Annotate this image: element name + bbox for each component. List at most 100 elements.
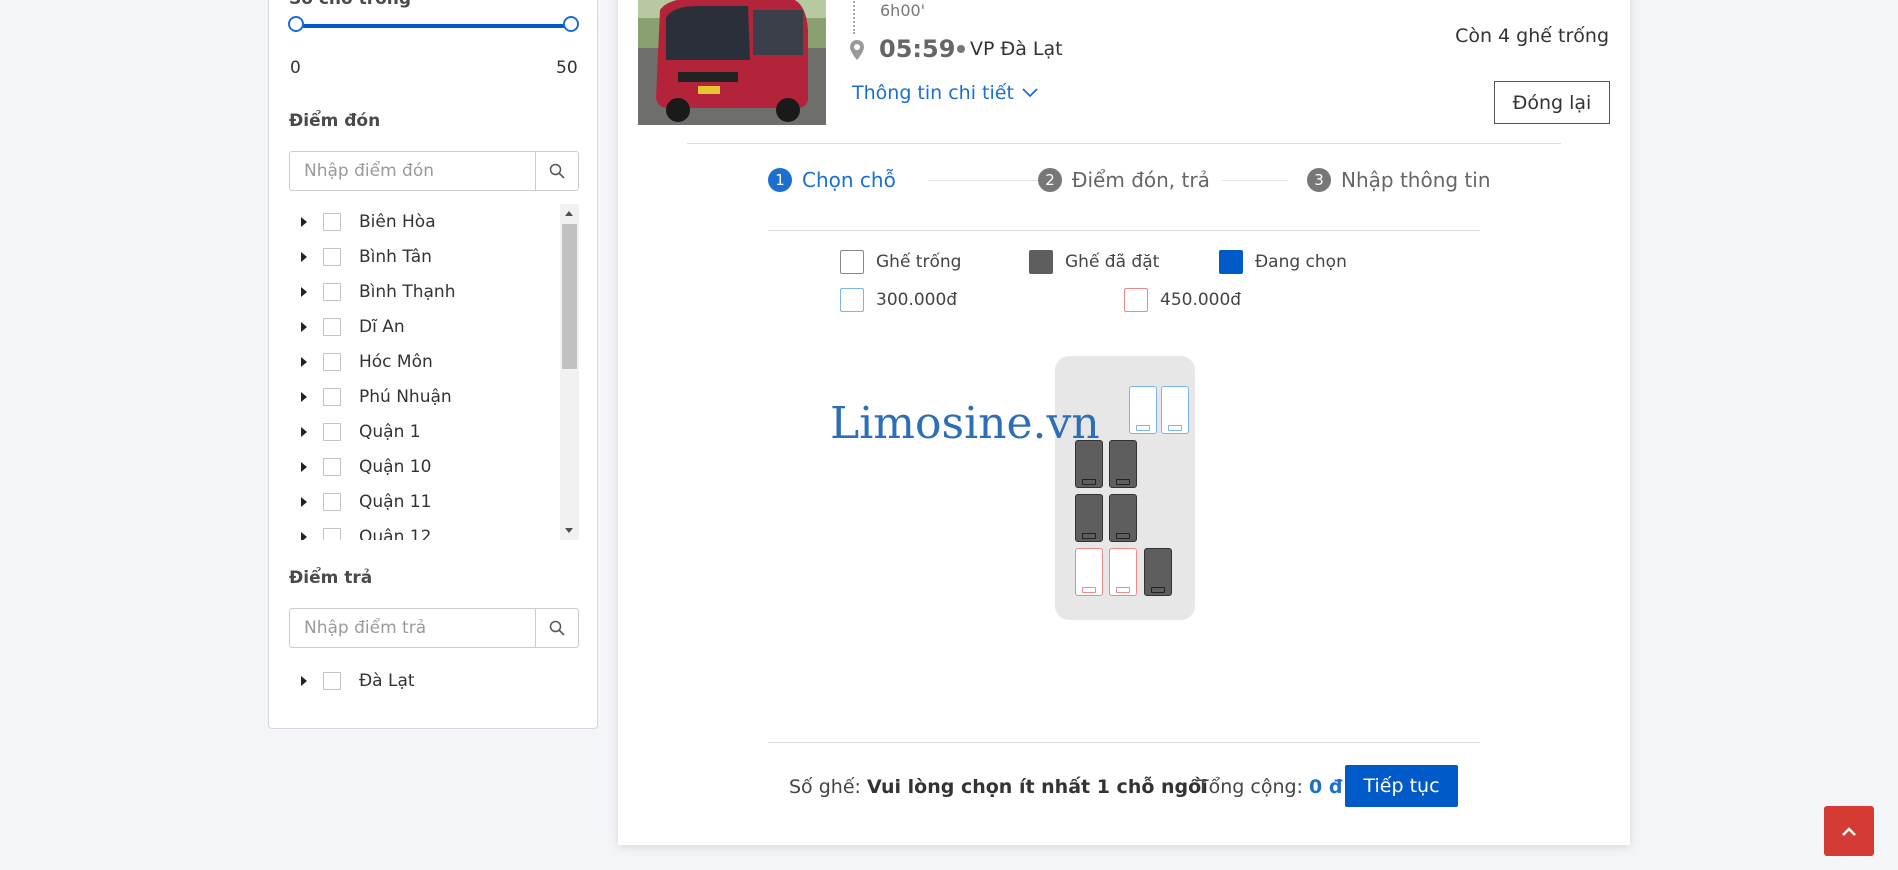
- back-to-top-button[interactable]: [1824, 806, 1874, 856]
- expand-caret-icon[interactable]: [301, 675, 307, 686]
- dropoff-heading: Điểm trả: [289, 568, 373, 588]
- tree-item[interactable]: Dĩ An: [289, 309, 579, 344]
- tree-item-label: Quận 12: [359, 526, 432, 541]
- expand-caret-icon[interactable]: [301, 356, 307, 367]
- slider-max-handle[interactable]: [563, 16, 579, 32]
- expand-caret-icon[interactable]: [301, 531, 307, 540]
- trip-duration: 6h00': [880, 1, 926, 20]
- trip-card: 6h00' 05:59 VP Đà Lạt Thông tin chi tiết…: [618, 0, 1630, 845]
- checkbox[interactable]: [323, 527, 341, 540]
- expand-caret-icon[interactable]: [301, 321, 307, 332]
- step-choose-seat[interactable]: 1 Chọn chỗ: [768, 168, 896, 192]
- selected-seat-swatch: [1219, 250, 1243, 274]
- checkbox[interactable]: [323, 671, 341, 690]
- trip-details-label: Thông tin chi tiết: [852, 82, 1014, 104]
- seat-map: [1055, 356, 1195, 620]
- legend-label: Ghế trống: [876, 252, 962, 272]
- checkbox[interactable]: [323, 352, 341, 371]
- seat-booked: [1144, 548, 1172, 596]
- tree-item[interactable]: Hóc Môn: [289, 344, 579, 379]
- step-pickup-dropoff[interactable]: 2 Điểm đón, trả: [1038, 168, 1210, 192]
- pickup-search-input[interactable]: [290, 152, 535, 190]
- trip-details-link[interactable]: Thông tin chi tiết: [852, 82, 1038, 104]
- tree-item[interactable]: Bình Thạnh: [289, 274, 579, 309]
- scroll-down-arrow-icon[interactable]: [565, 528, 573, 533]
- expand-caret-icon[interactable]: [301, 391, 307, 402]
- expand-caret-icon[interactable]: [301, 286, 307, 297]
- checkbox[interactable]: [323, 317, 341, 336]
- seats-label: Số ghế:: [789, 776, 861, 798]
- scroll-up-arrow-icon[interactable]: [565, 211, 573, 216]
- arrow-up-icon: [1842, 826, 1856, 836]
- expand-caret-icon[interactable]: [301, 496, 307, 507]
- checkbox[interactable]: [323, 247, 341, 266]
- arrival-place: VP Đà Lạt: [970, 38, 1063, 60]
- slider-min-handle[interactable]: [288, 16, 304, 32]
- legend-label: 450.000đ: [1160, 290, 1242, 310]
- seats-range-slider[interactable]: [296, 24, 576, 28]
- red-price-swatch: [1124, 288, 1148, 312]
- pickup-search-button[interactable]: [535, 152, 578, 190]
- tree-scrollbar[interactable]: [560, 204, 579, 540]
- map-pin-icon: [850, 40, 864, 60]
- expand-caret-icon[interactable]: [301, 426, 307, 437]
- arrival-time: 05:59: [879, 35, 956, 63]
- expand-caret-icon[interactable]: [301, 461, 307, 472]
- tree-item[interactable]: Biên Hòa: [289, 204, 579, 239]
- tree-item-label: Bình Tân: [359, 246, 432, 267]
- tree-item[interactable]: Đà Lạt: [289, 663, 579, 698]
- tree-item-label: Quận 1: [359, 421, 421, 442]
- total-label: Tổng cộng:: [1197, 776, 1303, 798]
- legend-empty: Ghế trống: [840, 250, 961, 274]
- divider: [768, 230, 1480, 231]
- tree-item[interactable]: Quận 1: [289, 414, 579, 449]
- checkbox[interactable]: [323, 212, 341, 231]
- pickup-search: [289, 151, 579, 191]
- tree-item-label: Bình Thạnh: [359, 281, 456, 302]
- tree-item[interactable]: Quận 10: [289, 449, 579, 484]
- dropoff-search-input[interactable]: [290, 609, 535, 647]
- seats-filter-heading: Số chỗ trống: [289, 0, 411, 9]
- tree-item[interactable]: Quận 11: [289, 484, 579, 519]
- pickup-tree: Biên Hòa Bình Tân Bình Thạnh Dĩ An Hóc M…: [289, 204, 579, 540]
- arrival-dot: [957, 45, 965, 53]
- scroll-thumb[interactable]: [562, 224, 577, 369]
- continue-button[interactable]: Tiếp tục: [1345, 765, 1458, 807]
- checkbox[interactable]: [323, 422, 341, 441]
- seats-summary: Số ghế: Vui lòng chọn ít nhất 1 chỗ ngồi: [789, 776, 1208, 798]
- expand-caret-icon[interactable]: [301, 216, 307, 227]
- seat-available[interactable]: [1161, 386, 1189, 434]
- legend-label: Đang chọn: [1255, 252, 1347, 272]
- step-number: 3: [1307, 168, 1331, 192]
- expand-caret-icon[interactable]: [301, 251, 307, 262]
- bus-photo: [638, 0, 826, 125]
- checkbox[interactable]: [323, 457, 341, 476]
- chevron-down-icon: [1022, 88, 1038, 98]
- checkbox[interactable]: [323, 387, 341, 406]
- seats-left: Còn 4 ghế trống: [1455, 25, 1609, 47]
- seats-value: Vui lòng chọn ít nhất 1 chỗ ngồi: [866, 776, 1208, 798]
- checkbox[interactable]: [323, 282, 341, 301]
- step-enter-info[interactable]: 3 Nhập thông tin: [1307, 168, 1491, 192]
- step-connector: [928, 180, 1038, 181]
- tree-item[interactable]: Bình Tân: [289, 239, 579, 274]
- dropoff-search: [289, 608, 579, 648]
- close-button[interactable]: Đóng lại: [1494, 81, 1610, 124]
- seat-available[interactable]: [1129, 386, 1157, 434]
- seat-available[interactable]: [1075, 548, 1103, 596]
- tree-item-label: Biên Hòa: [359, 211, 436, 232]
- dropoff-tree: Đà Lạt: [289, 663, 579, 703]
- tree-item[interactable]: Quận 12: [289, 519, 579, 540]
- tree-item[interactable]: Phú Nhuận: [289, 379, 579, 414]
- checkbox[interactable]: [323, 492, 341, 511]
- pickup-heading: Điểm đón: [289, 111, 381, 131]
- divider: [687, 143, 1561, 144]
- step-number: 1: [768, 168, 792, 192]
- legend-label: 300.000đ: [876, 290, 958, 310]
- filter-sidebar: Số chỗ trống 0 50 Điểm đón Biên Hòa Bình…: [268, 0, 598, 729]
- dropoff-search-button[interactable]: [535, 609, 578, 647]
- seat-available[interactable]: [1109, 548, 1137, 596]
- route-line: [853, 0, 857, 34]
- slider-max-value: 50: [556, 58, 578, 78]
- legend-price-blue: 300.000đ: [840, 288, 957, 312]
